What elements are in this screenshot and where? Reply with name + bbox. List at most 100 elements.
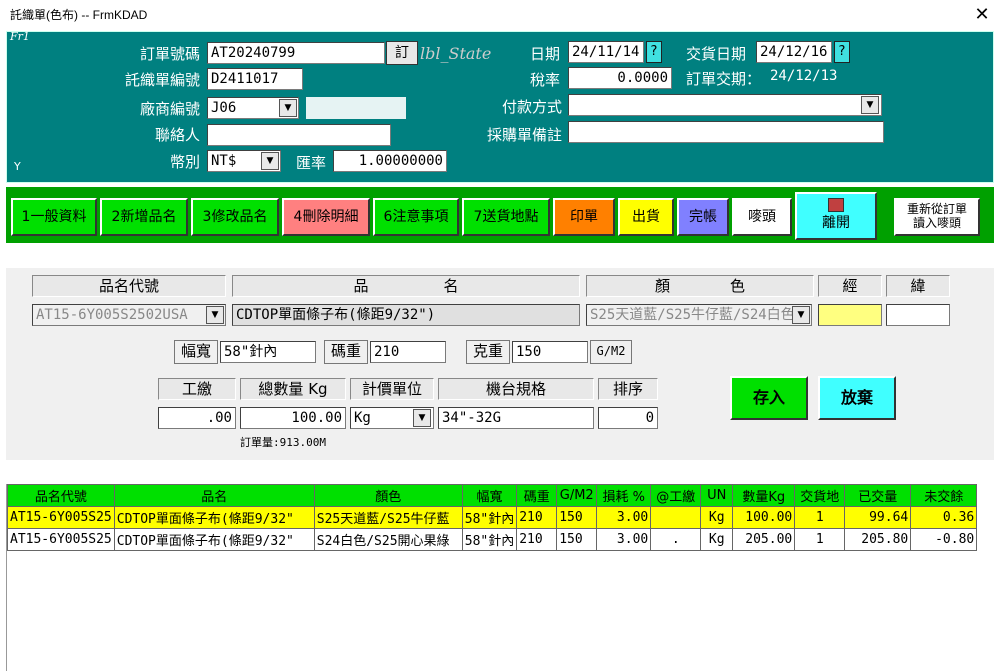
grid-header-delivery-place[interactable]: 交貨地 xyxy=(794,484,846,507)
grid-cell: Kg xyxy=(700,528,734,551)
weft-input[interactable] xyxy=(886,304,950,326)
warp-input[interactable] xyxy=(818,304,882,326)
grid-cell: 58"針內 xyxy=(461,506,518,529)
lbl-state: lbl_State xyxy=(420,44,492,63)
grid-header-wage[interactable]: @工繳 xyxy=(650,484,702,507)
purchase-note-input[interactable] xyxy=(568,121,884,143)
grid-header-gsm[interactable]: G/M2 xyxy=(556,484,598,507)
grid-header-item-code[interactable]: 品名代號 xyxy=(7,484,115,507)
edit-item-button[interactable]: 3修改品名 xyxy=(191,198,279,236)
code-weight-input[interactable]: 210 xyxy=(370,341,446,363)
grid-cell: . xyxy=(650,528,702,551)
order-no-input[interactable]: AT20240799 xyxy=(207,42,385,64)
grid-cell: AT15-6Y005S25 xyxy=(7,506,115,529)
vendor-no-label: 廠商編號 xyxy=(139,100,200,118)
date-input[interactable]: 24/11/14 xyxy=(568,41,644,63)
add-item-button[interactable]: 2新增品名 xyxy=(100,198,188,236)
payment-chevron-down-icon[interactable]: ▼ xyxy=(861,96,879,114)
cancel-button[interactable]: 放棄 xyxy=(818,376,896,420)
mark-button[interactable]: 嘜頭 xyxy=(732,198,792,236)
delete-detail-button[interactable]: 4刪除明細 xyxy=(282,198,370,236)
exit-button-label: 離開 xyxy=(822,215,850,231)
exit-button[interactable]: 離開 xyxy=(795,192,877,240)
close-account-button[interactable]: 完帳 xyxy=(677,198,729,236)
contact-label: 聯絡人 xyxy=(154,126,200,144)
grid-cell: S25天道藍/S25牛仔藍 xyxy=(313,506,463,529)
item-code-value: AT15-6Y005S2502USA xyxy=(36,307,188,323)
delivery-date-label: 交貨日期 xyxy=(686,45,747,63)
grid-header-width[interactable]: 幅寬 xyxy=(461,484,518,507)
date-picker-button[interactable]: ? xyxy=(646,41,662,63)
ship-button[interactable]: 出貨 xyxy=(618,198,674,236)
close-icon[interactable]: ✕ xyxy=(962,0,1002,30)
tax-rate-label: 稅率 xyxy=(529,71,560,89)
machine-spec-input[interactable]: 34"-32G xyxy=(438,407,594,429)
machine-spec-header: 機台規格 xyxy=(438,378,594,400)
vendor-name-redacted xyxy=(306,97,406,119)
sort-input[interactable]: 0 xyxy=(598,407,658,429)
grid-header-code-weight[interactable]: 碼重 xyxy=(516,484,558,507)
date-label: 日期 xyxy=(529,45,560,63)
grid-cell: AT15-6Y005S25 xyxy=(7,528,115,551)
general-data-button[interactable]: 1一般資料 xyxy=(11,198,97,236)
window-title: 託織單(色布) -- FrmKDAD xyxy=(0,0,1003,30)
grid-header-row: 品名代號 品名 顏色 幅寬 碼重 G/M2 損耗 % @工繳 UN 數量Kg 交… xyxy=(7,484,978,507)
grid-header-loss[interactable]: 損耗 % xyxy=(596,484,652,507)
table-row[interactable]: AT15-6Y005S25 CDTOP單面條子布(條距9/32" S25天道藍/… xyxy=(7,506,978,529)
table-row[interactable]: AT15-6Y005S25 CDTOP單面條子布(條距9/32" S24白色/S… xyxy=(7,528,978,551)
contact-input[interactable] xyxy=(207,124,391,146)
vendor-chevron-down-icon[interactable]: ▼ xyxy=(279,99,297,117)
reload-mark-line1: 重新從訂單 xyxy=(906,202,967,216)
rate-input[interactable]: 1.00000000 xyxy=(333,150,447,172)
delivery-date-picker-button[interactable]: ? xyxy=(834,41,850,63)
detail-grid[interactable]: 品名代號 品名 顏色 幅寬 碼重 G/M2 損耗 % @工繳 UN 數量Kg 交… xyxy=(6,484,994,671)
grid-cell: S24白色/S25開心果綠 xyxy=(313,528,463,551)
grid-header-color[interactable]: 顏色 xyxy=(313,484,463,507)
gram-weight-label: 克重 xyxy=(466,340,510,364)
grid-cell: CDTOP單面條子布(條距9/32" xyxy=(113,506,315,529)
reload-mark-line2: 讀入嘜頭 xyxy=(912,216,961,230)
currency-value: NT$ xyxy=(211,153,237,169)
print-button[interactable]: 印單 xyxy=(553,198,615,236)
total-qty-header: 總數量 Kg xyxy=(240,378,346,400)
grid-header-unit[interactable]: UN xyxy=(700,484,734,507)
delivery-date-input[interactable]: 24/12/16 xyxy=(756,41,832,63)
order-lookup-button[interactable]: 訂 xyxy=(386,41,418,65)
grid-cell: 1 xyxy=(794,506,846,529)
gram-unit-label: G/M2 xyxy=(590,340,632,364)
grid-header-delivered[interactable]: 已交量 xyxy=(844,484,912,507)
grid-cell: 150 xyxy=(556,528,598,551)
frame-label: Fr1 xyxy=(10,30,30,43)
item-code-chevron-down-icon[interactable]: ▼ xyxy=(206,306,224,324)
color-select[interactable]: S25天道藍/S25牛仔藍/S24白色 xyxy=(586,304,812,326)
grid-cell: 210 xyxy=(516,528,558,551)
grid-header-remaining[interactable]: 未交餘 xyxy=(910,484,978,507)
payment-select[interactable] xyxy=(568,94,882,116)
currency-chevron-down-icon[interactable]: ▼ xyxy=(261,152,279,170)
save-button[interactable]: 存入 xyxy=(730,376,808,420)
notes-button[interactable]: 6注意事項 xyxy=(373,198,459,236)
pricing-unit-chevron-down-icon[interactable]: ▼ xyxy=(413,409,431,427)
code-weight-label: 碼重 xyxy=(324,340,368,364)
weave-no-input[interactable]: D2411017 xyxy=(207,68,303,90)
gram-weight-input[interactable]: 150 xyxy=(512,341,588,363)
currency-label: 幣別 xyxy=(169,153,200,171)
width-input[interactable]: 58"針內 xyxy=(220,341,316,363)
vendor-no-value: J06 xyxy=(211,100,237,116)
sort-header: 排序 xyxy=(598,378,658,400)
grid-header-qty[interactable]: 數量Kg xyxy=(732,484,796,507)
tax-rate-input[interactable]: 0.0000 xyxy=(568,67,672,89)
item-code-select[interactable]: AT15-6Y005S2502USA xyxy=(32,304,226,326)
pricing-unit-header: 計價單位 xyxy=(350,378,434,400)
rate-label: 匯率 xyxy=(296,154,327,172)
color-chevron-down-icon[interactable]: ▼ xyxy=(792,306,810,324)
pricing-unit-value: Kg xyxy=(354,410,371,426)
grid-header-item-name[interactable]: 品名 xyxy=(113,484,315,507)
order-delivery-label: 訂單交期： xyxy=(686,70,762,88)
wage-input[interactable]: .00 xyxy=(158,407,236,429)
reload-mark-button[interactable]: 重新從訂單 讀入嘜頭 xyxy=(894,198,980,236)
delivery-place-button[interactable]: 7送貨地點 xyxy=(462,198,550,236)
total-qty-input[interactable]: 100.00 xyxy=(240,407,346,429)
weft-header: 緯 xyxy=(886,275,950,297)
item-name-input[interactable]: CDTOP單面條子布(條距9/32") xyxy=(232,304,580,326)
